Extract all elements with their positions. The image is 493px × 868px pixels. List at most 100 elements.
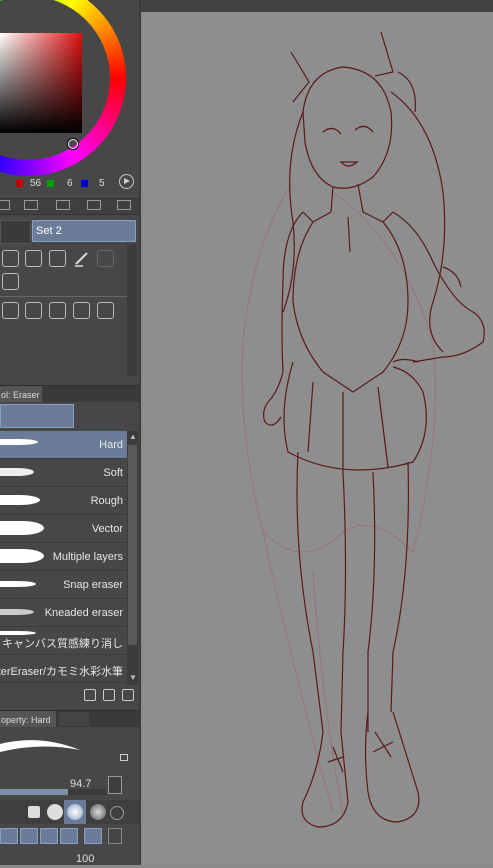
stroke-option-4[interactable] <box>60 828 78 844</box>
green-value[interactable]: 6 <box>67 178 73 189</box>
list-item[interactable]: Vector <box>0 515 127 543</box>
settings-list-icon-2[interactable] <box>73 302 90 319</box>
eraser-list-footer <box>0 686 139 706</box>
list-item[interactable]: Hard <box>0 431 127 459</box>
eraser-brush-list: Hard Soft Rough Vector Multiple layers S… <box>0 431 127 685</box>
lock-icon[interactable] <box>120 754 128 761</box>
color-wheel-panel: 56 6 5 <box>0 0 139 195</box>
tool-set-1[interactable] <box>0 220 31 244</box>
brush-stroke-preview <box>0 730 120 772</box>
scrollbar-thumb[interactable] <box>128 445 137 645</box>
trash-icon[interactable] <box>122 689 134 701</box>
list-item[interactable]: Soft <box>0 459 127 487</box>
tab-icon-2[interactable] <box>24 200 38 210</box>
selected-tip-highlight <box>64 800 86 824</box>
brush-size-row: 94.7 <box>0 775 139 797</box>
green-channel-swatch <box>47 180 54 187</box>
list-item[interactable]: Snap eraser <box>0 571 127 599</box>
frame-icon[interactable] <box>2 302 19 319</box>
list-item-label: ミキャンバス質感練り消し <box>0 638 123 650</box>
density-value[interactable]: 100 <box>76 853 94 865</box>
list-item[interactable]: Rough <box>0 487 127 515</box>
list-item-label: Hard <box>99 439 123 451</box>
tab-icon-1[interactable] <box>0 200 10 210</box>
tools-scrollbar[interactable] <box>127 244 137 376</box>
list-item[interactable]: Kneaded eraser <box>0 599 127 627</box>
brush-tip-selector <box>0 800 139 824</box>
monitor-icon[interactable] <box>2 273 19 290</box>
left-panel: 56 6 5 Set 2 ol: Eraser Hard Soft Rough … <box>0 0 139 865</box>
color-picker-marker[interactable] <box>68 139 78 149</box>
stroke-option-2[interactable] <box>20 828 38 844</box>
red-value[interactable]: 56 <box>30 178 41 189</box>
eraser-panel-header: ol: Eraser <box>0 385 139 402</box>
divider <box>0 296 128 297</box>
stroke-preview <box>0 581 36 587</box>
canvas-surface[interactable] <box>143 12 493 865</box>
stroke-preview <box>0 495 40 505</box>
tab-icon-4[interactable] <box>87 200 101 210</box>
eraser-group-selector[interactable] <box>0 404 74 428</box>
rgb-readout: 56 6 5 <box>0 176 139 192</box>
stroke-next-button[interactable] <box>108 828 122 844</box>
tip-blur-circle-icon[interactable] <box>90 804 106 820</box>
tab-brush-settings[interactable] <box>59 712 89 726</box>
stroke-preview <box>0 521 44 535</box>
stroke-option-5[interactable] <box>84 828 102 844</box>
scroll-down-icon[interactable]: ▼ <box>129 673 137 682</box>
brush-circle-icon[interactable] <box>25 250 42 267</box>
brush-size-dropdown-button[interactable] <box>108 776 122 794</box>
blue-channel-swatch <box>81 180 88 187</box>
list-item-label: Snap eraser <box>63 579 123 591</box>
stroke-preview <box>0 549 44 563</box>
brush-size-value[interactable]: 94.7 <box>70 778 91 790</box>
stroke-preview <box>0 468 34 476</box>
color-mode-play-icon[interactable] <box>119 174 134 189</box>
tool-set-2[interactable]: Set 2 <box>32 220 136 242</box>
eraser-list-scrollbar[interactable]: ▲ ▼ <box>127 431 138 685</box>
pen-icon[interactable] <box>73 250 90 267</box>
stroke-preview <box>0 439 38 445</box>
character-sketch <box>241 31 485 828</box>
tool-property-header: operty: Hard <box>0 710 139 727</box>
stroke-option-3[interactable] <box>40 828 58 844</box>
scroll-up-icon[interactable]: ▲ <box>129 432 137 441</box>
list-item-label: Rough <box>90 495 123 507</box>
list-item[interactable]: Multiple layers <box>0 543 127 571</box>
list-item[interactable]: ミキャンバス質感練り消し <box>0 627 127 655</box>
download-icon[interactable] <box>84 689 96 701</box>
settings-list-icon[interactable] <box>49 250 66 267</box>
tip-dropdown-icon[interactable] <box>110 806 124 820</box>
tab-eraser[interactable]: ol: Eraser <box>0 386 42 402</box>
tip-hard-circle-icon[interactable] <box>47 804 63 820</box>
brush-size-slider-fill[interactable] <box>0 789 68 795</box>
stroke-preview <box>0 609 34 615</box>
list-item-label: aterEraser/カモミ水彩水筆 <box>0 666 123 678</box>
canvas-title-bar <box>141 0 493 12</box>
sub-tool-tab-strip <box>0 196 139 215</box>
curve-icon[interactable] <box>25 302 42 319</box>
blue-value[interactable]: 5 <box>99 178 105 189</box>
duplicate-icon[interactable] <box>103 689 115 701</box>
tab-icon-5[interactable] <box>117 200 131 210</box>
stroke-options-row <box>0 828 139 844</box>
brush-circle-icon-2[interactable] <box>49 302 66 319</box>
list-item-label: Kneaded eraser <box>44 607 123 619</box>
tip-square-icon[interactable] <box>28 806 40 818</box>
density-row: 100 <box>0 850 139 865</box>
saturation-value-square[interactable] <box>0 33 82 149</box>
stroke-option-1[interactable] <box>0 828 18 844</box>
red-channel-swatch <box>16 180 23 187</box>
drawing-canvas[interactable] <box>139 0 493 865</box>
layers-icon[interactable] <box>2 250 19 267</box>
stack-icon[interactable] <box>97 250 114 267</box>
tool-set-row: Set 2 <box>0 218 139 244</box>
list-item-label: Soft <box>103 467 123 479</box>
stack-icon-2[interactable] <box>97 302 114 319</box>
tab-tool-property[interactable]: operty: Hard <box>0 711 56 727</box>
list-item[interactable]: aterEraser/カモミ水彩水筆 <box>0 655 127 683</box>
tip-soft-circle-icon[interactable] <box>67 804 83 820</box>
list-item-label: Vector <box>91 523 123 535</box>
tab-icon-3[interactable] <box>56 200 70 210</box>
list-item-label: Multiple layers <box>52 551 123 563</box>
